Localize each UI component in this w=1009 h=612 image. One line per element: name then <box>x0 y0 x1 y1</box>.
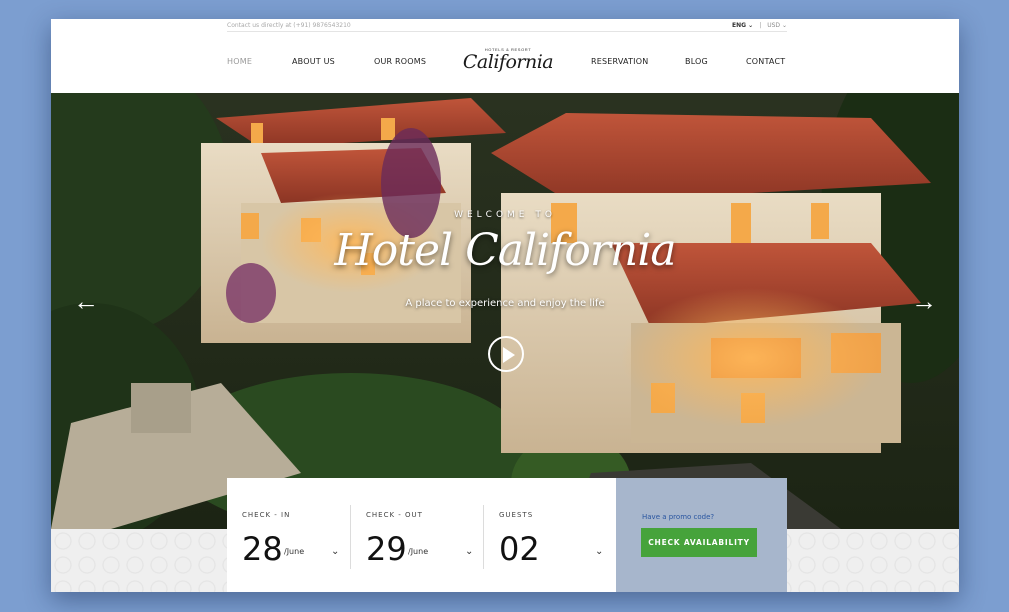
nav-contact[interactable]: CONTACT <box>746 57 785 66</box>
locale-switchers: ENG ⌄ | USD ⌄ <box>732 22 787 29</box>
nav-about-us[interactable]: ABOUT US <box>292 57 335 66</box>
guests-count: 02 <box>499 530 540 568</box>
checkout-month: /June <box>408 547 429 556</box>
logo-name: California <box>462 51 554 73</box>
guests-label: GUESTS <box>499 511 534 519</box>
chevron-down-icon: ⌄ <box>331 546 340 557</box>
checkout-field[interactable]: CHECK - OUT 29 /June ⌄ <box>351 478 483 592</box>
hotel-photo <box>51 93 959 529</box>
promo-code-link[interactable]: Have a promo code? <box>642 513 714 521</box>
arrow-right-icon[interactable]: → <box>911 288 937 314</box>
chevron-down-icon: ⌄ <box>595 546 604 557</box>
site-logo[interactable]: HOTELS & RESORT California <box>461 47 555 72</box>
chevron-down-icon: ⌄ <box>781 22 787 29</box>
hero-slider: WELCOME TO Hotel California A place to e… <box>51 93 959 529</box>
hero-subtitle: A place to experience and enjoy the life <box>405 298 605 309</box>
hero-title: Hotel California <box>334 225 676 276</box>
arrow-left-icon[interactable]: ← <box>73 288 99 314</box>
nav-reservation[interactable]: RESERVATION <box>591 57 648 66</box>
nav-blog[interactable]: BLOG <box>685 57 708 66</box>
chevron-down-icon: ⌄ <box>465 546 474 557</box>
checkout-label: CHECK - OUT <box>366 511 423 519</box>
guests-field[interactable]: GUESTS 02 ⌄ <box>484 478 616 592</box>
language-selector[interactable]: ENG ⌄ <box>732 22 753 29</box>
currency-label: USD <box>767 22 781 29</box>
play-icon[interactable] <box>488 336 524 372</box>
check-availability-button[interactable]: CHECK AVAILABILITY <box>641 528 757 557</box>
nav-our-rooms[interactable]: OUR ROOMS <box>374 57 426 66</box>
promo-panel: Have a promo code? CHECK AVAILABILITY <box>616 478 787 592</box>
chevron-down-icon: ⌄ <box>748 22 754 29</box>
top-info-bar: Contact us directly at (+91) 9876543210 … <box>227 22 787 32</box>
booking-fields: CHECK - IN 28 /June ⌄ CHECK - OUT 29 /Ju… <box>227 478 616 592</box>
checkout-day: 29 <box>366 530 407 568</box>
checkin-label: CHECK - IN <box>242 511 291 519</box>
hero-welcome: WELCOME TO <box>454 210 556 220</box>
site-header: Contact us directly at (+91) 9876543210 … <box>51 19 959 93</box>
website-page: Contact us directly at (+91) 9876543210 … <box>51 19 959 592</box>
checkin-month: /June <box>284 547 305 556</box>
checkin-day: 28 <box>242 530 283 568</box>
checkin-field[interactable]: CHECK - IN 28 /June ⌄ <box>227 478 350 592</box>
contact-info: Contact us directly at (+91) 9876543210 <box>227 22 351 29</box>
divider: | <box>759 22 762 29</box>
main-nav: HOME ABOUT US OUR ROOMS HOTELS & RESORT … <box>51 47 959 77</box>
currency-selector[interactable]: USD ⌄ <box>767 22 787 29</box>
nav-home[interactable]: HOME <box>227 57 252 66</box>
booking-form: CHECK - IN 28 /June ⌄ CHECK - OUT 29 /Ju… <box>227 478 787 592</box>
language-label: ENG <box>732 22 747 29</box>
